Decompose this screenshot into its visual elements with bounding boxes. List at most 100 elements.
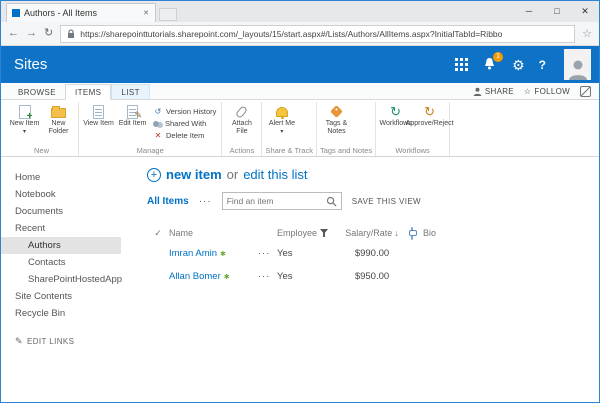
tab-list[interactable]: LIST — [111, 84, 150, 99]
ribbon-group-actions-buttons: Attach File — [225, 102, 258, 144]
ribbon-tab-bar: BROWSE ITEMS LIST SHARE ☆ FOLLOW — [1, 83, 599, 100]
browser-tab-bar: Authors - All Items ✕ ─ □ ✕ — [1, 1, 599, 22]
back-icon[interactable]: ← — [8, 28, 19, 39]
tab-close-icon[interactable]: ✕ — [142, 9, 150, 17]
url-field[interactable]: https://sharepointtutorials.sharepoint.c… — [60, 24, 576, 43]
name-cell: Allan Bomer ✱ — [169, 271, 251, 282]
tags-notes-icon — [330, 104, 343, 119]
table-row[interactable]: Allan Bomer ✱ ··· Yes $950.00 — [147, 265, 591, 288]
page-content: Home Notebook Documents Recent Authors C… — [1, 157, 599, 402]
sidebar-item-recent[interactable]: Recent — [1, 220, 121, 237]
alert-me-button[interactable]: Alert Me ▾ — [265, 102, 298, 135]
group-label-workflows: Workflows — [395, 146, 430, 155]
doc-pencil-shape — [127, 104, 142, 121]
app-launcher-icon[interactable] — [455, 58, 468, 71]
ribbon-group-manage: View Item Edit Item ↺ Version History Sh… — [79, 102, 223, 156]
search-input[interactable] — [226, 196, 323, 206]
edit-list-link[interactable]: edit this list — [243, 167, 307, 182]
new-item-badge-icon: ✱ — [223, 273, 230, 281]
new-item-doc-shape — [18, 104, 33, 122]
new-item-link[interactable]: new item — [166, 167, 222, 182]
ribbon-group-actions: Attach File Actions — [222, 102, 263, 156]
user-avatar[interactable] — [564, 49, 591, 80]
new-folder-icon — [51, 104, 66, 119]
select-all-checkmark-icon[interactable]: ✓ — [147, 228, 169, 239]
close-button[interactable]: ✕ — [571, 1, 599, 21]
column-header-name[interactable]: Name — [169, 228, 251, 238]
list-heading: + new item or edit this list — [147, 167, 591, 182]
paperclip-shape — [235, 104, 249, 119]
name-header-label: Name — [169, 228, 194, 238]
share-button[interactable]: SHARE — [473, 87, 514, 96]
edit-item-button[interactable]: Edit Item — [116, 102, 149, 128]
employee-cell: Yes — [277, 271, 293, 282]
window-controls: ─ □ ✕ — [515, 1, 599, 21]
sidebar-item-notebook[interactable]: Notebook — [1, 186, 121, 203]
new-folder-label: New Folder — [48, 120, 69, 135]
item-link[interactable]: Allan Bomer — [169, 271, 221, 282]
shared-with-button[interactable]: Shared With — [153, 118, 216, 129]
item-menu-ellipsis[interactable]: ··· — [251, 271, 277, 282]
edit-links-button[interactable]: ✎ EDIT LINKS — [1, 336, 121, 347]
table-row[interactable]: Imran Amin ✱ ··· Yes $990.00 — [147, 242, 591, 265]
sidebar-item-recycle-bin[interactable]: Recycle Bin — [1, 305, 121, 322]
sidebar-item-site-contents[interactable]: Site Contents — [1, 288, 121, 305]
browser-window: Authors - All Items ✕ ─ □ ✕ ← → ↻ https:… — [0, 0, 600, 403]
notifications-bell-icon[interactable]: 1 — [482, 52, 504, 72]
group-label-tags-notes: Tags and Notes — [319, 146, 373, 155]
sidebar-item-documents[interactable]: Documents — [1, 203, 121, 220]
view-options-ellipsis[interactable]: ··· — [199, 196, 212, 207]
save-view-link[interactable]: SAVE THIS VIEW — [352, 197, 421, 206]
salary-cell: $990.00 — [354, 248, 390, 259]
share-person-icon — [473, 87, 482, 96]
new-tab-button[interactable] — [159, 8, 177, 21]
table-header-row: ✓ Name Employee Salary/Rate ↓ Bio — [147, 224, 591, 242]
browser-tab[interactable]: Authors - All Items ✕ — [6, 3, 156, 22]
column-header-employee[interactable]: Employee — [277, 228, 339, 238]
item-menu-ellipsis[interactable]: ··· — [251, 248, 277, 259]
new-folder-button[interactable]: New Folder — [42, 102, 75, 135]
sidebar-item-sharepointhostedapp[interactable]: SharePointHostedApp — [1, 271, 122, 288]
tab-items[interactable]: ITEMS — [64, 84, 112, 100]
help-icon[interactable]: ? — [539, 58, 546, 72]
column-header-bio[interactable]: Bio — [419, 228, 453, 238]
favorite-star-icon[interactable]: ☆ — [582, 27, 592, 40]
sidebar-item-home[interactable]: Home — [1, 169, 121, 186]
column-slider-wrap — [405, 226, 419, 240]
salary-header-label: Salary/Rate — [345, 228, 393, 238]
view-item-button[interactable]: View Item — [82, 102, 115, 128]
alert-me-caret-icon: ▾ — [280, 128, 284, 135]
tab-browse[interactable]: BROWSE — [9, 85, 65, 99]
items-table: ✓ Name Employee Salary/Rate ↓ Bio Imran … — [147, 224, 591, 288]
employee-cell: Yes — [277, 248, 293, 259]
approve-reject-button[interactable]: ↻ Approve/Reject — [406, 102, 454, 128]
attach-file-button[interactable]: Attach File — [225, 102, 258, 135]
sharepoint-favicon-icon — [12, 9, 20, 17]
focus-on-content-icon[interactable] — [580, 86, 591, 97]
view-all-items-link[interactable]: All Items — [147, 196, 189, 207]
sidebar-item-authors[interactable]: Authors — [1, 237, 121, 254]
sidebar-item-contacts[interactable]: Contacts — [1, 254, 121, 271]
new-item-button[interactable]: New Item ▾ — [8, 102, 41, 135]
search-box — [221, 192, 342, 210]
version-history-button[interactable]: ↺ Version History — [153, 106, 217, 117]
address-bar: ← → ↻ https://sharepointtutorials.sharep… — [1, 22, 599, 46]
forward-icon[interactable]: → — [26, 28, 37, 39]
delete-item-button[interactable]: ✕ Delete Item — [153, 130, 216, 141]
edit-links-label: EDIT LINKS — [26, 337, 75, 346]
ribbon-group-manage-buttons: View Item Edit Item ↺ Version History Sh… — [82, 102, 218, 144]
search-icon[interactable] — [326, 196, 337, 207]
maximize-button[interactable]: □ — [543, 1, 571, 21]
shared-with-icon — [153, 120, 159, 127]
follow-button[interactable]: ☆ FOLLOW — [524, 87, 570, 96]
main-content: + new item or edit this list All Items ·… — [121, 157, 599, 402]
refresh-icon[interactable]: ↻ — [44, 28, 53, 39]
item-link[interactable]: Imran Amin — [169, 248, 217, 259]
column-header-salary[interactable]: Salary/Rate ↓ — [339, 228, 405, 238]
delete-item-label: Delete Item — [166, 131, 205, 140]
settings-gear-icon[interactable]: ⚙ — [512, 58, 525, 72]
tags-notes-button[interactable]: Tags & Notes — [320, 102, 353, 135]
minimize-button[interactable]: ─ — [515, 1, 543, 21]
view-toolbar: All Items ··· SAVE THIS VIEW — [147, 192, 591, 210]
pencil-icon: ✎ — [15, 336, 23, 346]
